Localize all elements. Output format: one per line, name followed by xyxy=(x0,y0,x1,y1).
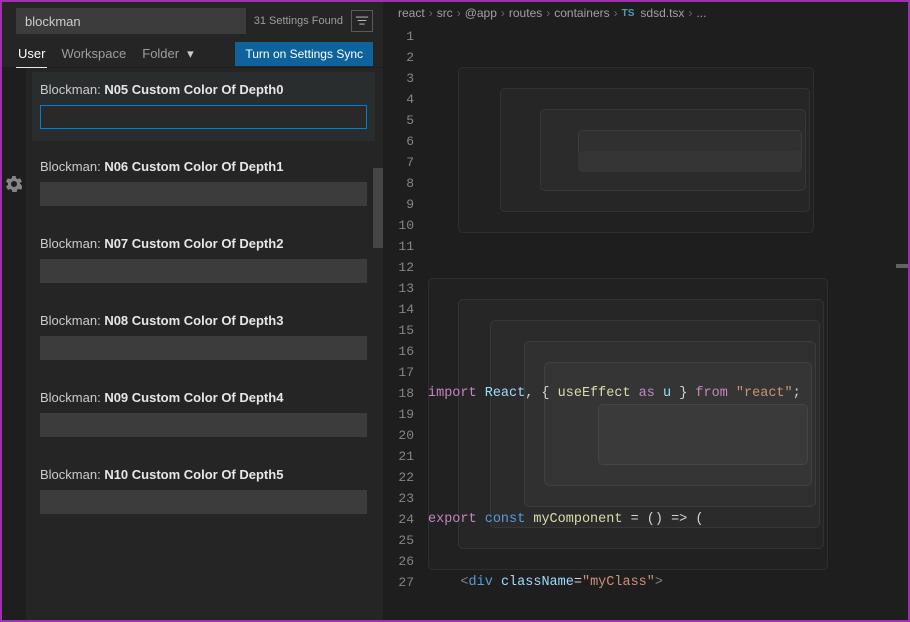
setting-title: Blockman: N10 Custom Color Of Depth5 xyxy=(40,467,367,482)
code-content[interactable]: import React, { useEffect as u } from "r… xyxy=(428,24,908,620)
settings-sync-button[interactable]: Turn on Settings Sync xyxy=(235,42,373,66)
setting-title: Blockman: N06 Custom Color Of Depth1 xyxy=(40,159,367,174)
setting-item[interactable]: Blockman: N08 Custom Color Of Depth3 xyxy=(32,303,375,372)
settings-filter-button[interactable] xyxy=(351,10,373,32)
tab-folder[interactable]: Folder xyxy=(140,40,181,67)
breadcrumb[interactable]: react› src› @app› routes› containers› TS… xyxy=(384,2,908,24)
setting-title: Blockman: N05 Custom Color Of Depth0 xyxy=(40,82,367,97)
setting-value-input[interactable] xyxy=(40,413,367,437)
setting-value-input[interactable] xyxy=(40,105,367,129)
line-gutter: 1234567891011121314151617181920212223242… xyxy=(384,24,428,620)
settings-search-input[interactable] xyxy=(16,8,246,34)
settings-list[interactable]: Blockman: N05 Custom Color Of Depth0 Bloc… xyxy=(26,68,383,620)
setting-item[interactable]: Blockman: N10 Custom Color Of Depth5 xyxy=(32,457,375,526)
overview-ruler[interactable] xyxy=(896,24,908,620)
tab-user[interactable]: User xyxy=(16,40,47,68)
setting-value-input[interactable] xyxy=(40,490,367,514)
scrollbar-thumb[interactable] xyxy=(373,168,383,248)
setting-value-input[interactable] xyxy=(40,182,367,206)
settings-count-label: 31 Settings Found xyxy=(254,15,343,27)
setting-title: Blockman: N08 Custom Color Of Depth3 xyxy=(40,313,367,328)
setting-item[interactable]: Blockman: N05 Custom Color Of Depth0 xyxy=(32,72,375,141)
setting-title: Blockman: N09 Custom Color Of Depth4 xyxy=(40,390,367,405)
settings-panel: 31 Settings Found User Workspace Folder … xyxy=(2,2,384,620)
setting-item[interactable]: Blockman: N09 Custom Color Of Depth4 xyxy=(32,380,375,449)
setting-value-input[interactable] xyxy=(40,259,367,283)
setting-item[interactable]: Blockman: N07 Custom Color Of Depth2 xyxy=(32,226,375,295)
setting-item[interactable]: Blockman: N06 Custom Color Of Depth1 xyxy=(32,149,375,218)
editor-panel: react› src› @app› routes› containers› TS… xyxy=(384,2,908,620)
tab-workspace[interactable]: Workspace xyxy=(59,40,128,67)
chevron-down-icon[interactable]: ▾ xyxy=(187,46,194,62)
ts-icon: TS xyxy=(622,8,635,19)
gear-icon[interactable] xyxy=(6,176,22,192)
setting-title: Blockman: N07 Custom Color Of Depth2 xyxy=(40,236,367,251)
filter-icon xyxy=(355,14,369,28)
setting-value-input[interactable] xyxy=(40,336,367,360)
